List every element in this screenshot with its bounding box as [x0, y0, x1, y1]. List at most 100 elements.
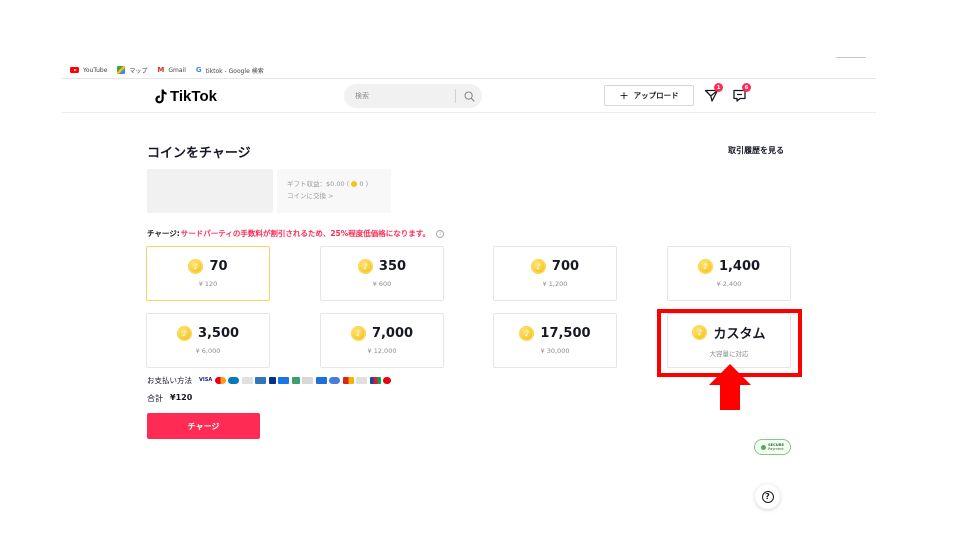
coin-package-70[interactable]: ♪ 70 ¥ 120 [146, 246, 270, 301]
total-value: ¥120 [170, 393, 193, 402]
bookmark-gmail[interactable]: M Gmail [157, 66, 185, 74]
paypal-icon [268, 377, 276, 384]
question-icon: ? [761, 490, 774, 503]
bookmark-label: YouTube [83, 66, 108, 74]
coin-price: ¥ 6,000 [195, 347, 221, 355]
mastercard-icon [214, 377, 226, 384]
coin-amount: 700 [551, 259, 580, 274]
coin-icon [351, 181, 358, 187]
unionpay-icon [342, 377, 354, 384]
payment-label: お支払い方法 [147, 376, 192, 385]
bookmark-google-search[interactable]: G tiktok - Google 検索 [196, 66, 264, 75]
balance-card: ギフト収益：$0.00 ( 0 ) コインに交換 > [147, 169, 391, 213]
amex-icon [255, 377, 266, 384]
coin-amount: 7,000 [371, 326, 414, 341]
browser-edge-line [836, 57, 866, 58]
upload-button[interactable]: + アップロード [604, 85, 694, 106]
maps-icon [117, 66, 126, 74]
bookmark-label: tiktok - Google 検索 [205, 67, 264, 75]
plus-icon: + [619, 89, 629, 102]
coin-icon: ♪ [692, 325, 708, 340]
search-button[interactable] [456, 84, 482, 108]
coin-price: ¥ 30,000 [540, 347, 570, 355]
upload-label: アップロード [633, 91, 679, 100]
charge-button[interactable]: チャージ [147, 413, 260, 439]
info-icon[interactable]: i [436, 229, 445, 238]
search-input[interactable] [355, 92, 455, 100]
gift-revenue-coins: 0 ) [359, 180, 369, 188]
coin-package-350[interactable]: ♪ 350 ¥ 600 [320, 246, 444, 301]
coin-amount: 70 [209, 259, 228, 274]
coin-package-1400[interactable]: ♪ 1,400 ¥ 2,400 [667, 246, 791, 301]
coin-amount: 17,500 [540, 326, 591, 341]
coin-price: ¥ 1,200 [542, 280, 568, 288]
ewallet-icon [291, 377, 300, 384]
gmail-icon: M [157, 66, 165, 74]
coin-price: ¥ 2,400 [716, 280, 742, 288]
header-divider [62, 112, 876, 113]
shield-check-icon [761, 444, 767, 450]
bookmarks-bar: YouTube マップ M Gmail G tiktok - Google 検索 [70, 64, 264, 76]
messages-badge: 6 [742, 83, 751, 92]
tiktok-note-icon [155, 89, 167, 103]
notice-text: サードパーティの手数料が割引されるため、25%程度低価格になります。 [180, 229, 431, 238]
search-icon [463, 90, 475, 102]
coin-amount: カスタム [713, 327, 766, 342]
logo-text: TikTok [170, 87, 217, 105]
bookmark-label: Gmail [168, 66, 186, 74]
transaction-history-link[interactable]: 取引履歴を見る [728, 145, 784, 156]
google-icon: G [195, 66, 202, 74]
secure-payment-badge: SECURE Payment [754, 439, 791, 455]
coin-amount: 3,500 [197, 326, 240, 341]
gift-revenue-text: ギフト収益：$0.00 ( [287, 180, 350, 188]
coin-icon: ♪ [697, 259, 713, 274]
carrier-pay-icon [383, 377, 391, 384]
card-icon [278, 377, 289, 384]
coin-icon: ♪ [188, 259, 204, 274]
coin-amount: 1,400 [718, 259, 761, 274]
coin-icon: ♪ [530, 259, 546, 274]
coin-package-7000[interactable]: ♪ 7,000 ¥ 12,000 [320, 313, 444, 368]
pointer-arrow-icon [709, 364, 751, 410]
coin-price: ¥ 120 [198, 280, 218, 288]
tiktok-coin-recharge-page: YouTube マップ M Gmail G tiktok - Google 検索… [0, 0, 960, 540]
coin-package-3500[interactable]: ♪ 3,500 ¥ 6,000 [146, 313, 270, 368]
messages-button[interactable]: 6 [732, 83, 751, 103]
notice-lead: チャージ: [147, 229, 180, 238]
youtube-icon [70, 67, 79, 73]
payment-methods: お支払い方法 VISA [147, 375, 391, 386]
coin-icon: ♪ [350, 326, 366, 341]
gift-revenue-panel: ギフト収益：$0.00 ( 0 ) コインに交換 > [277, 169, 391, 213]
payment-icons: VISA [199, 377, 391, 384]
help-button[interactable]: ? [755, 484, 780, 509]
wallet-icon [302, 377, 313, 384]
coin-icon: ♪ [357, 259, 373, 274]
tiktok-logo[interactable]: TikTok [155, 86, 217, 106]
coin-price: ¥ 600 [372, 280, 392, 288]
coin-price: 大容量に対応 [709, 350, 749, 358]
inbox-button[interactable]: 1 [704, 83, 723, 103]
coin-icon: ♪ [176, 326, 192, 341]
total-label: 合計 [147, 394, 163, 403]
coin-package-700[interactable]: ♪ 700 ¥ 1,200 [493, 246, 617, 301]
diners-icon [228, 377, 239, 384]
bookmark-youtube[interactable]: YouTube [70, 67, 107, 74]
coin-amount: 350 [378, 259, 407, 274]
bookmark-maps[interactable]: マップ [117, 66, 147, 75]
recharge-notice: チャージ: サードパーティの手数料が割引されるため、25%程度低価格になります。… [147, 228, 445, 239]
coin-package-custom[interactable]: ♪ カスタム 大容量に対応 [667, 313, 791, 368]
bookmark-label: マップ [129, 67, 148, 75]
search-bar [344, 84, 482, 108]
coin-icon: ♪ [519, 326, 535, 341]
bookmarks-divider [62, 78, 876, 79]
konbini-icon [356, 377, 367, 384]
inbox-badge: 1 [714, 83, 723, 92]
discover-icon [241, 377, 253, 384]
secure-line2: Payment [768, 447, 784, 451]
balance-placeholder [147, 169, 273, 213]
page-title: コインをチャージ [147, 146, 251, 161]
gift-revenue-line: ギフト収益：$0.00 ( 0 ) [287, 178, 381, 190]
exchange-to-coins-link[interactable]: コインに交換 > [287, 190, 381, 202]
bank-icon [315, 377, 327, 384]
coin-package-17500[interactable]: ♪ 17,500 ¥ 30,000 [493, 313, 617, 368]
